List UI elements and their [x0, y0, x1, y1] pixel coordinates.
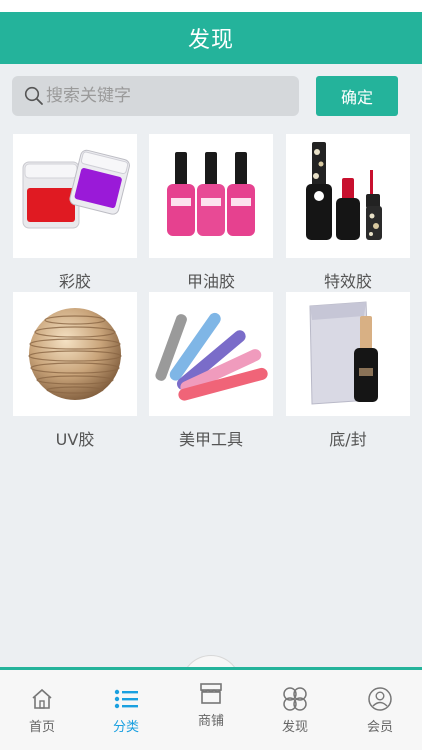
category-item[interactable]: 美甲工具 [149, 292, 273, 452]
category-image [149, 292, 273, 416]
category-label: 特效胶 [323, 272, 372, 291]
search-input[interactable] [46, 78, 286, 114]
clover-icon [260, 684, 330, 714]
status-bar [0, 0, 422, 12]
tab-store[interactable]: 商铺 [176, 678, 246, 729]
tab-discover[interactable]: 发现 [260, 684, 330, 735]
category-image [286, 292, 410, 416]
tab-member[interactable]: 会员 [345, 684, 415, 735]
tab-label: 发现 [281, 720, 308, 735]
category-item[interactable]: UV胶 [13, 292, 137, 452]
search-box[interactable] [12, 76, 299, 116]
store-icon [176, 678, 246, 708]
user-icon [345, 684, 415, 714]
category-item[interactable]: 甲油胶 [149, 134, 273, 294]
tab-home[interactable]: 首页 [7, 684, 77, 735]
tab-category[interactable]: 分类 [91, 684, 161, 735]
tab-label: 分类 [112, 720, 139, 735]
category-image [149, 134, 273, 258]
tab-bar: 首页 分类 商铺 发现 会员 [0, 667, 422, 750]
category-label: 彩胶 [58, 272, 91, 291]
list-icon [91, 684, 161, 714]
category-label: UV胶 [55, 430, 95, 449]
category-image [13, 134, 137, 258]
tab-label: 首页 [28, 720, 55, 735]
category-item[interactable]: 彩胶 [13, 134, 137, 294]
category-label: 美甲工具 [178, 430, 243, 449]
search-bar: 确定 [0, 64, 422, 128]
category-label: 甲油胶 [186, 272, 235, 291]
category-item[interactable]: 特效胶 [286, 134, 410, 294]
category-image [286, 134, 410, 258]
category-item[interactable]: 底/封 [286, 292, 410, 452]
page-title: 发现 [187, 28, 234, 53]
home-icon [7, 684, 77, 714]
confirm-button[interactable]: 确定 [316, 76, 398, 116]
category-image [13, 292, 137, 416]
tab-label: 商铺 [197, 714, 224, 729]
app-header: 发现 [0, 12, 422, 64]
category-label: 底/封 [329, 430, 367, 449]
tab-label: 会员 [366, 720, 393, 735]
search-icon [24, 86, 44, 106]
